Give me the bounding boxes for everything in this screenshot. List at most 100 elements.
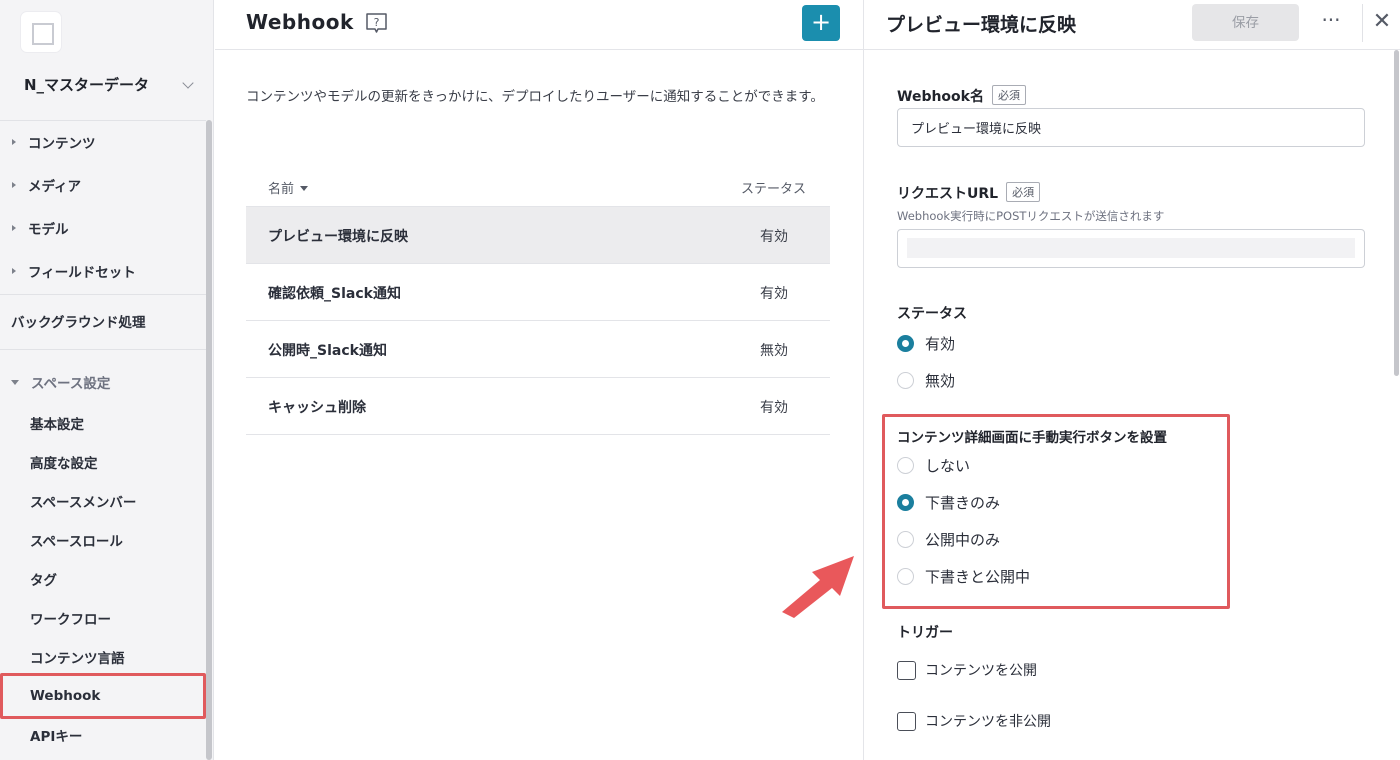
sidebar-item-label: コンテンツ xyxy=(28,136,96,152)
webhook-status: 有効 xyxy=(760,286,788,302)
sidebar-item-models[interactable]: モデル xyxy=(0,211,206,245)
webhook-status: 有効 xyxy=(760,400,788,416)
caret-right-icon xyxy=(12,268,16,274)
panel-header: プレビュー環境に反映 保存 ··· ✕ xyxy=(864,0,1400,50)
webhook-name: キャッシュ削除 xyxy=(268,400,366,416)
field-label-text: Webhook名 xyxy=(897,89,984,105)
sidebar-item-label: APIキー xyxy=(30,729,83,745)
checkbox-label: コンテンツを公開 xyxy=(925,663,1037,679)
radio-label: 無効 xyxy=(925,372,956,390)
webhook-name: 公開時_Slack通知 xyxy=(268,343,387,359)
radio-manual-none[interactable]: しない xyxy=(897,455,970,476)
help-icon[interactable]: ? xyxy=(365,12,388,34)
sidebar-item-label: コンテンツ言語 xyxy=(30,651,125,667)
radio-manual-draft-and-published[interactable]: 下書きと公開中 xyxy=(897,566,1030,587)
sidebar-item-contents[interactable]: コンテンツ xyxy=(0,125,206,159)
divider xyxy=(0,120,206,121)
sidebar-item-label: メディア xyxy=(28,179,82,195)
request-url-field[interactable] xyxy=(897,229,1365,268)
chevron-down-icon[interactable] xyxy=(182,77,194,89)
sidebar-item-tags[interactable]: タグ xyxy=(0,562,206,596)
page-description: コンテンツやモデルの更新をきっかけに、デプロイしたりユーザーに通知することができ… xyxy=(246,89,824,105)
sidebar-item-workflow[interactable]: ワークフロー xyxy=(0,601,206,635)
divider xyxy=(0,294,206,295)
sidebar-item-label: ワークフロー xyxy=(30,612,111,628)
webhook-status: 有効 xyxy=(760,229,788,245)
webhook-detail-panel: プレビュー環境に反映 保存 ··· ✕ Webhook名必須 リクエストURL 必… xyxy=(863,0,1400,760)
redacted-value xyxy=(907,238,1355,258)
sidebar-item-label: モデル xyxy=(28,222,69,238)
radio-button[interactable] xyxy=(897,372,914,389)
sidebar-item-label: Webhook xyxy=(30,688,101,704)
sidebar-item-content-languages[interactable]: コンテンツ言語 xyxy=(0,640,206,674)
main-header: Webhook ? + xyxy=(215,0,863,50)
column-header-label: 名前 xyxy=(268,182,295,197)
radio-button[interactable] xyxy=(897,335,914,352)
sidebar: N_マスターデータ コンテンツ メディア モデル フィールドセット バックグラウ… xyxy=(0,0,214,760)
radio-manual-draft-only[interactable]: 下書きのみ xyxy=(897,492,1000,513)
radio-button[interactable] xyxy=(897,494,914,511)
webhook-name-label: Webhook名 必須 xyxy=(897,85,1026,106)
checkbox-label: コンテンツを非公開 xyxy=(925,714,1051,730)
required-badge: 必須 xyxy=(1006,182,1041,202)
table-row[interactable]: 公開時_Slack通知 無効 xyxy=(246,320,830,377)
sidebar-item-space-members[interactable]: スペースメンバー xyxy=(0,484,206,518)
space-name[interactable]: N_マスターデータ xyxy=(24,74,149,95)
sidebar-item-webhook[interactable]: Webhook xyxy=(0,673,206,719)
webhook-name: プレビュー環境に反映 xyxy=(268,229,408,245)
sidebar-scrollbar[interactable] xyxy=(206,120,212,760)
page-title: Webhook xyxy=(246,10,354,34)
column-header-name[interactable]: 名前 xyxy=(268,178,309,197)
trigger-label: トリガー xyxy=(897,625,953,641)
sidebar-item-fieldsets[interactable]: フィールドセット xyxy=(0,254,206,288)
webhook-table: 名前 ステータス プレビュー環境に反映 有効 確認依頼_Slack通知 有効 公… xyxy=(246,166,830,435)
sidebar-item-advanced-settings[interactable]: 高度な設定 xyxy=(0,445,206,479)
sidebar-item-media[interactable]: メディア xyxy=(0,168,206,202)
close-icon[interactable]: ✕ xyxy=(1370,11,1394,35)
sidebar-item-label: 高度な設定 xyxy=(30,456,98,472)
radio-manual-published-only[interactable]: 公開中のみ xyxy=(897,529,1000,550)
status-label: ステータス xyxy=(897,306,967,322)
table-row[interactable]: 確認依頼_Slack通知 有効 xyxy=(246,263,830,320)
radio-label: 公開中のみ xyxy=(925,531,1001,549)
webhook-name: 確認依頼_Slack通知 xyxy=(268,286,401,302)
sidebar-section-label: スペース設定 xyxy=(31,376,111,392)
more-icon[interactable]: ··· xyxy=(1319,10,1343,33)
radio-status-disabled[interactable]: 無効 xyxy=(897,370,955,391)
space-logo-icon[interactable] xyxy=(21,12,61,52)
divider xyxy=(0,349,206,350)
sidebar-item-space-roles[interactable]: スペースロール xyxy=(0,523,206,557)
webhook-name-field[interactable] xyxy=(897,108,1365,147)
radio-button[interactable] xyxy=(897,568,914,585)
radio-label: 有効 xyxy=(925,335,956,353)
radio-button[interactable] xyxy=(897,531,914,548)
sidebar-item-api-keys[interactable]: APIキー xyxy=(0,718,206,752)
save-button[interactable]: 保存 xyxy=(1192,4,1299,41)
sidebar-item-label: タグ xyxy=(30,573,57,589)
radio-status-enabled[interactable]: 有効 xyxy=(897,333,955,354)
scrollbar-thumb[interactable] xyxy=(206,120,212,760)
radio-button[interactable] xyxy=(897,457,914,474)
radio-label: 下書きと公開中 xyxy=(925,568,1031,586)
caret-right-icon xyxy=(12,182,16,188)
checkbox-trigger-unpublish[interactable]: コンテンツを非公開 xyxy=(897,711,1051,731)
add-webhook-button[interactable]: + xyxy=(802,5,840,41)
webhook-status: 無効 xyxy=(760,343,788,359)
sidebar-item-label: スペースメンバー xyxy=(30,495,137,511)
checkbox[interactable] xyxy=(897,660,916,680)
svg-text:?: ? xyxy=(374,16,380,29)
column-header-status: ステータス xyxy=(740,182,806,197)
caret-right-icon xyxy=(12,139,16,145)
table-row[interactable]: プレビュー環境に反映 有効 xyxy=(246,206,830,263)
sidebar-item-background-jobs[interactable]: バックグラウンド処理 xyxy=(0,304,206,338)
checkbox-trigger-publish[interactable]: コンテンツを公開 xyxy=(897,660,1037,680)
sidebar-item-basic-settings[interactable]: 基本設定 xyxy=(0,406,206,440)
sort-down-icon xyxy=(300,186,309,191)
sidebar-item-label: スペースロール xyxy=(30,534,123,550)
sidebar-item-label: フィールドセット xyxy=(28,265,136,281)
sidebar-section-space-settings[interactable]: スペース設定 xyxy=(0,365,206,399)
divider xyxy=(246,434,830,435)
panel-scrollbar[interactable] xyxy=(1394,50,1399,376)
table-row[interactable]: キャッシュ削除 有効 xyxy=(246,377,830,434)
checkbox[interactable] xyxy=(897,711,916,731)
